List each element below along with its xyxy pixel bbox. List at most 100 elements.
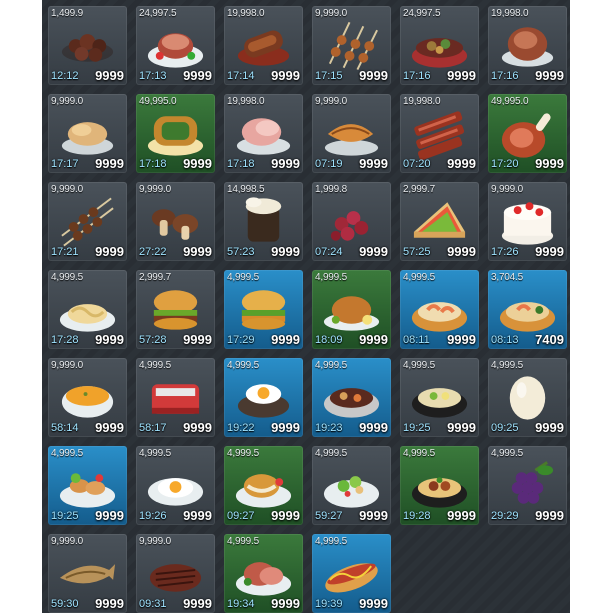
egg-icon	[509, 376, 546, 420]
item-quantity: 9999	[271, 332, 300, 347]
item-price: 14,998.5	[227, 184, 265, 195]
inventory-grid: 1,499.9 12:12 9999 24,997.5 17:13 9999 19,998.…	[48, 6, 567, 613]
inventory-slot-dried-fruit[interactable]: 1,499.9 12:12 9999	[48, 6, 127, 85]
item-price: 4,999.5	[139, 448, 171, 459]
item-price: 24,997.5	[403, 8, 441, 19]
inventory-slot-mushrooms[interactable]: 9,999.0 27:22 9999	[136, 182, 215, 261]
steak-icon	[149, 564, 202, 592]
ham-roast-icon	[501, 27, 554, 67]
inventory-slot-grilled-fish[interactable]: 9,999.0 07:19 9999	[312, 94, 391, 173]
inventory-slot-caesar-salad[interactable]: 4,999.5 59:27 9999	[312, 446, 391, 525]
item-quantity: 9999	[183, 68, 212, 83]
item-price: 4,999.5	[227, 360, 259, 371]
inventory-slot-pasta[interactable]: 4,999.5 17:28 9999	[48, 270, 127, 349]
inventory-slot-glazed-meat[interactable]: 19,998.0 17:14 9999	[224, 6, 303, 85]
inventory-slot-roast-platter[interactable]: 24,997.5 17:13 9999	[136, 6, 215, 85]
inventory-slot-roast-beef[interactable]: 4,999.5 19:34 9999	[224, 534, 303, 613]
roast-beef-icon	[235, 562, 292, 596]
inventory-slot-chicken-burger[interactable]: 4,999.5 17:29 9999	[224, 270, 303, 349]
item-quantity: 9999	[359, 596, 388, 611]
item-timer: 19:34	[227, 598, 255, 610]
inventory-slot-fried-egg[interactable]: 4,999.5 19:26 9999	[136, 446, 215, 525]
stuffed-roast-icon	[147, 116, 204, 156]
inventory-slot-bacon-strips[interactable]: 19,998.0 07:20 9999	[400, 94, 479, 173]
item-quantity: 9999	[535, 508, 564, 523]
item-timer: 19:39	[315, 598, 343, 610]
dried-fruit-icon	[61, 34, 114, 62]
inventory-slot-skewers[interactable]: 9,999.0 17:15 9999	[312, 6, 391, 85]
item-timer: 19:25	[51, 510, 79, 522]
inventory-slot-burger[interactable]: 2,999.7 57:28 9999	[136, 270, 215, 349]
inventory-slot-fried-chicken[interactable]: 9,999.0 17:17 9999	[48, 94, 127, 173]
stew-bowl-icon	[411, 38, 468, 68]
item-quantity: 9999	[271, 508, 300, 523]
inventory-slot-dark-drink[interactable]: 14,998.5 57:23 9999	[224, 182, 303, 261]
inventory-slot-stuffed-roast[interactable]: 49,995.0 17:18 9999	[136, 94, 215, 173]
inventory-slot-egg-steak[interactable]: 4,999.5 19:22 9999	[224, 358, 303, 437]
inventory-slot-lunch-box[interactable]: 4,999.5 58:17 9999	[136, 358, 215, 437]
inventory-slot-salad-nuggets[interactable]: 4,999.5 19:25 9999	[48, 446, 127, 525]
item-price: 2,999.7	[139, 272, 171, 283]
bacon-strips-icon	[414, 111, 465, 161]
noodle-bowl-icon	[411, 388, 468, 418]
item-price: 24,997.5	[139, 8, 177, 19]
item-quantity: 9999	[95, 244, 124, 259]
item-timer: 07:20	[403, 158, 431, 170]
item-quantity: 9999	[183, 508, 212, 523]
item-price: 4,999.5	[51, 448, 83, 459]
inventory-slot-noodle-bowl[interactable]: 4,999.5 19:25 9999	[400, 358, 479, 437]
item-timer: 17:29	[227, 334, 255, 346]
item-quantity: 9999	[271, 244, 300, 259]
item-price: 4,999.5	[227, 448, 259, 459]
item-quantity: 9999	[535, 68, 564, 83]
inventory-slot-steak[interactable]: 9,999.0 09:31 9999	[136, 534, 215, 613]
item-timer: 57:25	[403, 246, 431, 258]
item-quantity: 9999	[359, 508, 388, 523]
inventory-slot-kebab-sticks[interactable]: 9,999.0 17:21 9999	[48, 182, 127, 261]
item-timer: 17:20	[491, 158, 519, 170]
dark-drink-icon	[245, 197, 282, 242]
inventory-slot-grapes[interactable]: 4,999.5 29:29 9999	[488, 446, 567, 525]
item-quantity: 9999	[95, 156, 124, 171]
kebab-sticks-icon	[61, 197, 114, 247]
mushrooms-icon	[151, 209, 199, 240]
inventory-slot-cutlet-plate[interactable]: 4,999.5 09:27 9999	[224, 446, 303, 525]
inventory-slot-dried-fish[interactable]: 9,999.0 59:30 9999	[48, 534, 127, 613]
item-quantity: 9999	[183, 420, 212, 435]
glazed-meat-icon	[237, 30, 290, 66]
grapes-icon	[511, 461, 554, 504]
item-timer: 07:24	[315, 246, 343, 258]
berries-icon	[330, 211, 369, 241]
inventory-slot-roast-chicken[interactable]: 4,999.5 18:09 9999	[312, 270, 391, 349]
inventory-slot-egg[interactable]: 4,999.5 09:25 9999	[488, 358, 567, 437]
inventory-slot-stew-bowl[interactable]: 24,997.5 17:16 9999	[400, 6, 479, 85]
inventory-slot-meat-noodles[interactable]: 4,999.5 19:28 9999	[400, 446, 479, 525]
inventory-slot-seafood-paella[interactable]: 3,704.5 08:13 7409	[488, 270, 567, 349]
item-timer: 59:27	[315, 510, 343, 522]
item-price: 4,999.5	[403, 448, 435, 459]
inventory-slot-soup-bowl[interactable]: 9,999.0 58:14 9999	[48, 358, 127, 437]
inventory-slot-berries[interactable]: 1,999.8 07:24 9999	[312, 182, 391, 261]
item-price: 19,998.0	[403, 96, 441, 107]
item-price: 4,999.5	[315, 448, 347, 459]
inventory-slot-sliced-ham[interactable]: 19,998.0 17:18 9999	[224, 94, 303, 173]
inventory-slot-beef-stew[interactable]: 4,999.5 19:23 9999	[312, 358, 391, 437]
item-quantity: 9999	[271, 420, 300, 435]
inventory-slot-sandwich[interactable]: 2,999.7 57:25 9999	[400, 182, 479, 261]
item-timer: 17:16	[491, 70, 519, 82]
item-price: 19,998.0	[227, 8, 265, 19]
inventory-slot-shrimp-rice[interactable]: 4,999.5 08:11 9999	[400, 270, 479, 349]
item-quantity: 9999	[535, 244, 564, 259]
inventory-slot-ham-roast[interactable]: 19,998.0 17:16 9999	[488, 6, 567, 85]
beef-stew-icon	[323, 388, 380, 418]
item-timer: 09:27	[227, 510, 255, 522]
inventory-slot-strawberry-cake[interactable]: 9,999.0 17:26 9999	[488, 182, 567, 261]
meat-leg-icon	[501, 113, 551, 158]
inventory-slot-hot-dog[interactable]: 4,999.5 19:39 9999	[312, 534, 391, 613]
item-price: 4,999.5	[315, 360, 347, 371]
item-price: 9,999.0	[315, 8, 347, 19]
item-timer: 18:09	[315, 334, 343, 346]
fried-egg-icon	[147, 478, 204, 506]
salad-nuggets-icon	[59, 473, 116, 508]
inventory-slot-meat-leg[interactable]: 49,995.0 17:20 9999	[488, 94, 567, 173]
